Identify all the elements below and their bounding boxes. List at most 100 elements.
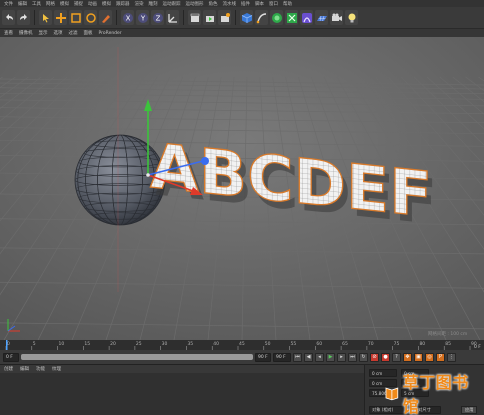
menu-tracker[interactable]: 跟踪器 [116, 1, 130, 7]
position-key-button[interactable]: ✥ [403, 352, 412, 362]
menu-mesh[interactable]: 网格 [46, 1, 55, 7]
axis-x-button[interactable]: X [121, 10, 134, 25]
playhead[interactable] [6, 340, 8, 350]
range-slider-handle[interactable] [21, 354, 253, 360]
scale-tool-button[interactable] [69, 10, 82, 25]
toolbar-divider [183, 10, 184, 25]
render-settings-button[interactable] [218, 10, 231, 25]
axis-y-button[interactable]: Y [136, 10, 149, 25]
scale-key-icon: ▣ [416, 354, 421, 360]
move-tool-button[interactable] [54, 10, 67, 25]
menu-snap[interactable]: 捕捉 [74, 1, 83, 7]
rotate-tool-button[interactable] [84, 10, 97, 25]
menu-plugins[interactable]: 插件 [241, 1, 250, 7]
cube-primitive-button[interactable] [240, 10, 253, 25]
pen-spline-button[interactable] [255, 10, 268, 25]
timeline-tick-label: 60 [316, 341, 322, 347]
autokeying-button[interactable]: ● [381, 352, 390, 362]
menu-pipeline[interactable]: 流水线 [223, 1, 237, 7]
start-frame-field[interactable]: 0 F [3, 352, 19, 362]
menu-sculpt[interactable]: 雕刻 [149, 1, 158, 7]
timeline-tick-label: 5 [33, 341, 36, 347]
z-axis-arrow-icon[interactable] [201, 157, 209, 165]
menu-simulate[interactable]: 模拟 [60, 1, 69, 7]
render-view-button[interactable] [188, 10, 201, 25]
menu-file[interactable]: 文件 [4, 1, 13, 7]
viewport-menu-filter[interactable]: 过滤 [69, 30, 78, 36]
play-button[interactable]: ▶ [326, 352, 335, 362]
record-active-objects-button[interactable]: ⊘ [370, 352, 379, 362]
menu-tools[interactable]: 工具 [32, 1, 41, 7]
menu-character[interactable]: 角色 [209, 1, 218, 7]
material-menu-create[interactable]: 创建 [4, 366, 13, 372]
timeline-tick-label: 50 [265, 341, 271, 347]
timeline-ruler[interactable]: 0 5 10 15 20 25 30 35 40 45 50 55 60 65 70 75 80 85 90 0 F [0, 340, 484, 350]
skip-back-icon: ⏮ [295, 354, 300, 360]
array-icon [286, 12, 297, 23]
coordinate-system-button[interactable] [166, 10, 179, 25]
previous-key-button[interactable]: ◀ [304, 352, 313, 362]
play-backward-button[interactable]: ◂ [315, 352, 324, 362]
param-key-icon: P [438, 354, 442, 360]
timeline-tick-label: 65 [342, 341, 348, 347]
undo-button[interactable] [2, 10, 15, 25]
viewport-menu-prorender[interactable]: ProRender [99, 31, 122, 36]
menu-animate[interactable]: 动画 [88, 1, 97, 7]
end-frame-field[interactable]: 90 F [255, 352, 271, 362]
material-menu-texture[interactable]: 纹理 [52, 366, 61, 372]
rotate-icon [85, 12, 96, 23]
menu-script[interactable]: 脚本 [255, 1, 264, 7]
live-selection-button[interactable] [99, 10, 112, 25]
next-key-button[interactable]: ▸ [337, 352, 346, 362]
go-to-start-button[interactable]: ⏮ [293, 352, 302, 362]
viewport-menu-panel[interactable]: 面板 [84, 30, 93, 36]
viewport-menu-display[interactable]: 显示 [39, 30, 48, 36]
menu-window[interactable]: 窗口 [269, 1, 278, 7]
timeline-tick-label: 75 [394, 341, 400, 347]
menu-edit[interactable]: 编辑 [18, 1, 27, 7]
next-key-icon: ▸ [340, 354, 343, 360]
menu-render[interactable]: 渲染 [135, 1, 144, 7]
light-bulb-icon [348, 13, 355, 22]
timeline-tick-label: 55 [291, 341, 297, 347]
watermark-text: 草丁图书馆 [402, 373, 469, 415]
grid-key-icon: ⋮ [449, 354, 454, 360]
subdivision-icon [271, 12, 282, 23]
redo-button[interactable] [17, 10, 30, 25]
move-icon [55, 12, 66, 23]
light-button[interactable] [345, 10, 358, 25]
gizmo-origin[interactable] [146, 173, 150, 177]
menu-mograph[interactable]: 运动图形 [186, 1, 204, 7]
coordinate-system-icon [167, 13, 177, 23]
render-to-picture-viewer-button[interactable] [203, 10, 216, 25]
select-tool-button[interactable] [39, 10, 52, 25]
max-frame-field[interactable]: 90 F [273, 352, 291, 362]
scale-key-button[interactable]: ▣ [414, 352, 423, 362]
autokey-icon: ● [383, 354, 388, 360]
loop-button[interactable]: ↻ [359, 352, 368, 362]
floor-button[interactable] [315, 10, 328, 25]
camera-button[interactable] [330, 10, 343, 25]
menu-motion-tracking[interactable]: 运动跟踪 [163, 1, 181, 7]
menu-simulate-2[interactable]: 模拟 [102, 1, 111, 7]
subdivision-surface-button[interactable] [270, 10, 283, 25]
go-to-end-button[interactable]: ⏭ [348, 352, 357, 362]
array-button[interactable] [285, 10, 298, 25]
rotation-key-button[interactable]: ◎ [425, 352, 434, 362]
keyframe-selection-button[interactable]: ? [392, 352, 401, 362]
material-menu-edit[interactable]: 编辑 [20, 366, 29, 372]
cube-icon [241, 12, 252, 23]
deformer-button[interactable] [300, 10, 313, 25]
material-menu-function[interactable]: 功能 [36, 366, 45, 372]
viewport-menu-options[interactable]: 选项 [54, 30, 63, 36]
skip-forward-icon: ⏭ [350, 354, 355, 360]
viewport-menu-view[interactable]: 查看 [4, 30, 13, 36]
timeline-range-slider[interactable] [21, 354, 253, 360]
viewport-menu-cameras[interactable]: 摄像机 [19, 30, 33, 36]
axis-z-button[interactable]: Z [151, 10, 164, 25]
timeline-tick-label: 85 [445, 341, 451, 347]
point-level-key-button[interactable]: ⋮ [447, 352, 456, 362]
perspective-viewport[interactable]: ABCDEF ABCDEF 网格间距 : 100 cm [0, 37, 484, 340]
menu-help[interactable]: 帮助 [283, 1, 292, 7]
parameter-key-button[interactable]: P [436, 352, 445, 362]
